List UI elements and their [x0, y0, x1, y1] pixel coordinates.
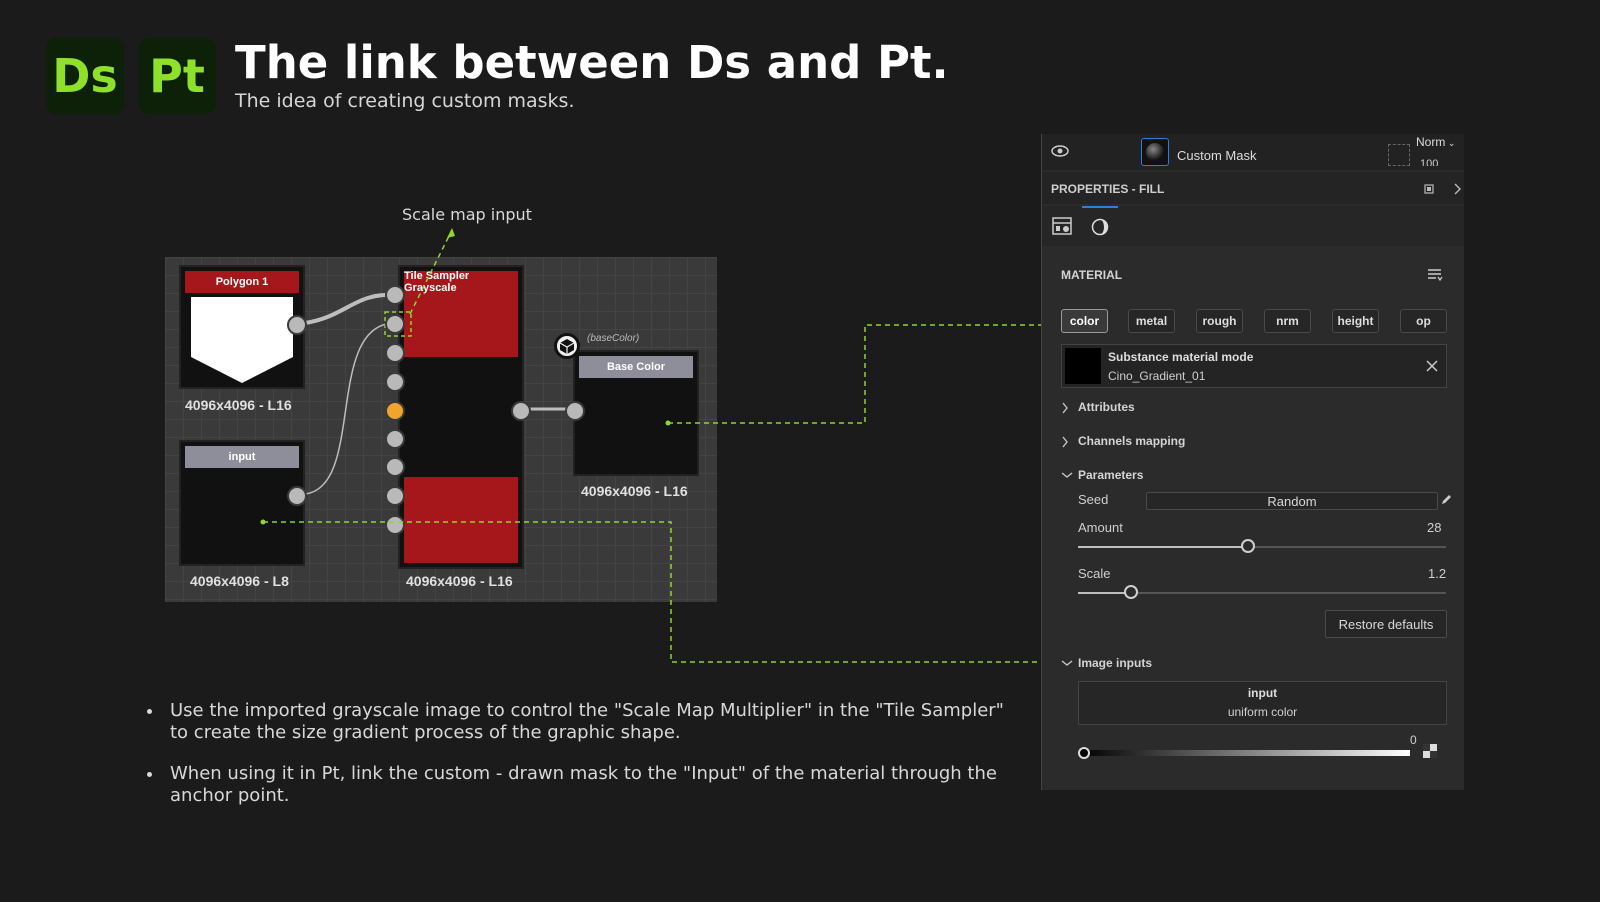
channel-rough-button[interactable]: rough	[1196, 309, 1243, 333]
channel-nrm-button[interactable]: nrm	[1264, 309, 1311, 333]
scale-slider-fill	[1078, 592, 1130, 594]
chevron-right-icon[interactable]	[1453, 183, 1461, 195]
material-thumbnail	[1065, 348, 1101, 384]
bullet-list: Use the imported grayscale image to cont…	[138, 700, 1008, 826]
expand-icon[interactable]	[1424, 184, 1434, 194]
channel-metal-button[interactable]: metal	[1128, 309, 1175, 333]
chevron-down-icon	[1061, 472, 1073, 478]
properties-header: PROPERTIES - FILL	[1042, 172, 1464, 204]
channel-height-button[interactable]: height	[1332, 309, 1379, 333]
blend-mode-select[interactable]: Norm ⌄	[1416, 135, 1455, 149]
settings-grid-icon	[1052, 217, 1072, 235]
material-mode: Substance material mode	[1108, 350, 1254, 364]
gradient-slider-knob[interactable]	[1078, 747, 1090, 759]
eye-icon[interactable]	[1050, 144, 1070, 158]
section-parameters-label: Parameters	[1078, 468, 1144, 482]
properties-title: PROPERTIES - FILL	[1051, 182, 1165, 196]
amount-value[interactable]: 28	[1427, 520, 1441, 535]
material-title: MATERIAL	[1061, 268, 1123, 282]
image-input-slot[interactable]: input uniform color	[1078, 681, 1447, 725]
amount-slider-fill	[1078, 546, 1247, 548]
scale-value[interactable]: 1.2	[1428, 566, 1446, 581]
tab-settings[interactable]	[1044, 206, 1080, 246]
mask-thumbnail[interactable]	[1141, 138, 1169, 166]
chevron-down-icon	[1061, 660, 1073, 666]
close-icon[interactable]	[1426, 360, 1438, 372]
scale-slider-knob[interactable]	[1124, 585, 1138, 599]
section-image-inputs-label: Image inputs	[1078, 656, 1153, 670]
layer-mask-slot[interactable]	[1388, 144, 1410, 166]
channel-op-button[interactable]: op	[1400, 309, 1447, 333]
pencil-icon[interactable]	[1440, 494, 1452, 506]
bullet-item: When using it in Pt, link the custom - d…	[164, 763, 1008, 807]
layer-name: Custom Mask	[1177, 148, 1257, 163]
section-channels-mapping-label: Channels mapping	[1078, 434, 1186, 448]
tab-material[interactable]	[1082, 206, 1118, 246]
menu-list-icon[interactable]	[1427, 267, 1443, 283]
material-name: Cino_Gradient_01	[1108, 369, 1206, 383]
properties-tabs	[1042, 206, 1464, 246]
layer-opacity[interactable]: 100	[1420, 158, 1438, 166]
checker-picker-icon[interactable]	[1422, 743, 1438, 759]
gradient-slider[interactable]	[1080, 750, 1410, 756]
scale-label: Scale	[1078, 566, 1111, 581]
seed-random-button[interactable]: Random	[1146, 492, 1438, 510]
chevron-right-icon	[1062, 436, 1068, 448]
image-input-value: uniform color	[1227, 705, 1298, 719]
material-slot[interactable]: Substance material mode Cino_Gradient_01	[1061, 344, 1447, 388]
channel-color-button[interactable]: color	[1061, 309, 1108, 333]
section-attributes-label: Attributes	[1078, 400, 1135, 414]
bullet-item: Use the imported grayscale image to cont…	[164, 700, 1008, 744]
restore-defaults-button[interactable]: Restore defaults	[1325, 610, 1447, 638]
properties-panel: Custom Mask Norm ⌄ 100 PROPERTIES - FILL…	[1041, 134, 1464, 790]
material-sphere-icon	[1091, 218, 1109, 236]
layer-row[interactable]: Custom Mask Norm ⌄ 100	[1042, 134, 1464, 170]
image-input-name: input	[1247, 686, 1278, 700]
chevron-right-icon	[1062, 402, 1068, 414]
gradient-value: 0	[1410, 733, 1417, 747]
amount-label: Amount	[1078, 520, 1123, 535]
amount-slider-knob[interactable]	[1241, 539, 1255, 553]
seed-label: Seed	[1078, 492, 1109, 507]
